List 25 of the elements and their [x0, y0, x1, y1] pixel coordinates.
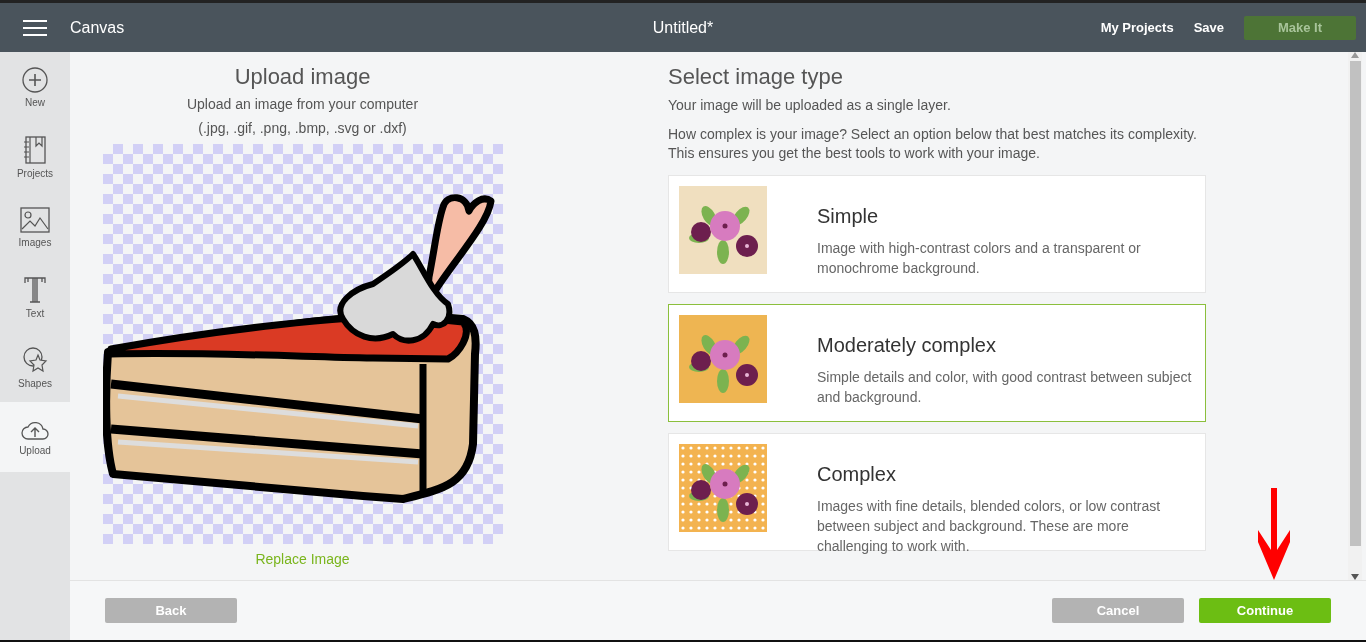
sidebar-item[interactable]: Upload	[0, 402, 70, 472]
section-title: Select image type	[668, 64, 844, 90]
image-icon	[20, 206, 50, 233]
menu-icon	[23, 19, 47, 36]
scrollbar[interactable]	[1348, 52, 1362, 580]
plus-circle-icon	[22, 66, 48, 93]
shapes-icon	[22, 345, 48, 374]
image-type-option[interactable]: Moderately complex Simple details and color, with good contrast between subject and background.	[668, 304, 1206, 422]
notebook-icon	[22, 135, 48, 164]
layer-note: Your image will be uploaded as a single layer.	[668, 96, 952, 115]
sidebar-item[interactable]: Projects	[0, 122, 70, 192]
sidebar-item[interactable]: New	[0, 52, 70, 122]
sidebar-item[interactable]: Images	[0, 192, 70, 262]
image-type-option[interactable]: Simple Image with high-contrast colors and a transparent or monochrome background.	[668, 175, 1206, 293]
sidebar-item[interactable]: Shapes	[0, 332, 70, 402]
sidebar-item[interactable]: Text	[0, 262, 70, 332]
file-formats: (.jpg, .gif, .png, .bmp, .svg or .dxf)	[198, 120, 407, 136]
header-link[interactable]: My Projects	[1100, 20, 1174, 35]
header-link[interactable]: Save	[1193, 20, 1224, 35]
complexity-question: How complex is your image? Select an option below that best matches its complexity. This ensures you get the best tools to work with your image.	[668, 125, 1198, 163]
letter-t-icon	[23, 275, 47, 304]
section-title: Upload image	[234, 64, 371, 90]
document-title: Untitled*	[652, 18, 714, 37]
app-name: Canvas	[70, 18, 125, 37]
upload-instruction: Upload an image from your computer	[186, 96, 419, 112]
